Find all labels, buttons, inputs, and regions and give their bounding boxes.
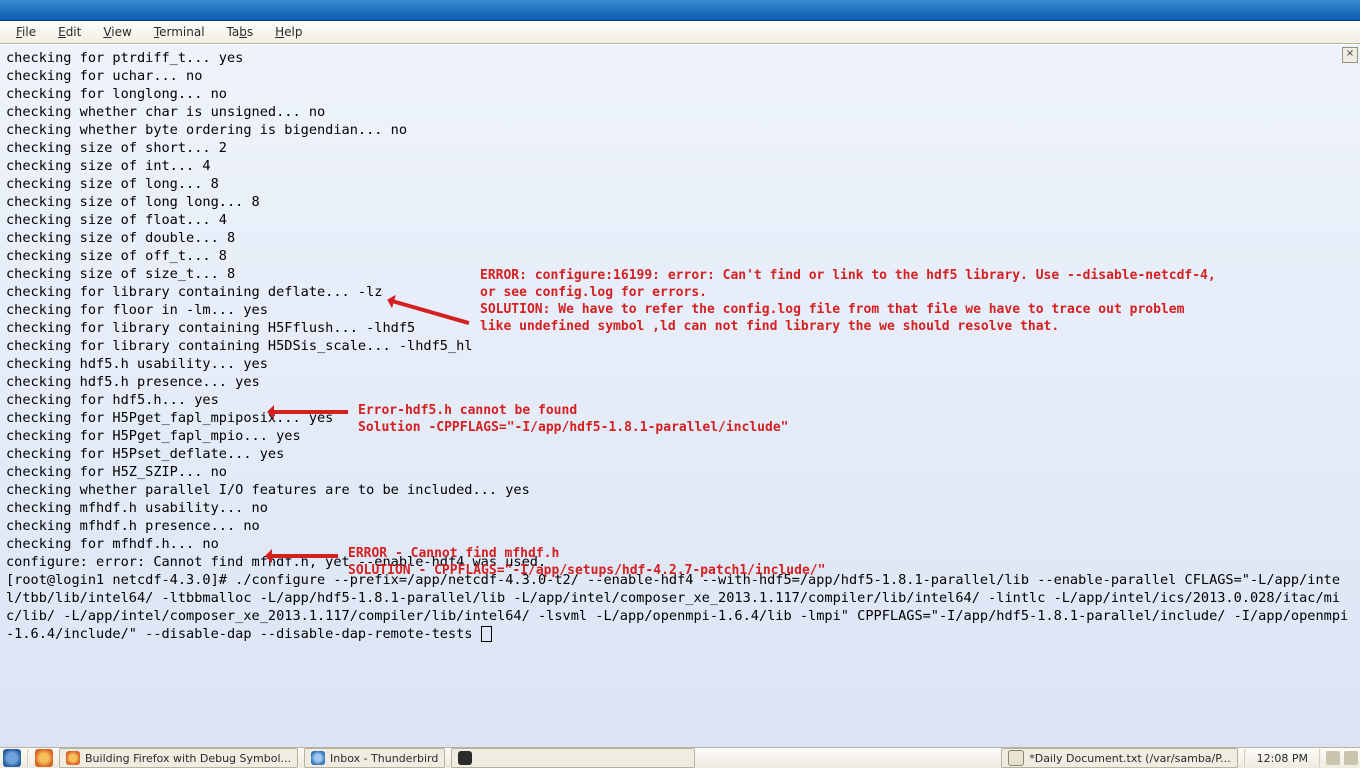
separator — [1244, 749, 1246, 767]
menu-terminal[interactable]: Terminal — [144, 23, 215, 41]
tray-icon[interactable] — [1344, 751, 1358, 765]
taskbar-label: Inbox - Thunderbird — [330, 752, 438, 765]
taskbar-clock[interactable]: 12:08 PM — [1249, 752, 1316, 765]
annotation-hdf5-link-error: ERROR: configure:16199: error: Can't fin… — [480, 267, 1216, 335]
taskbar-label: Building Firefox with Debug Symbol... — [85, 752, 291, 765]
taskbar-label: *Daily Document.txt (/var/samba/P... — [1029, 752, 1230, 765]
menu-tabs[interactable]: Tabs — [217, 23, 264, 41]
menu-view[interactable]: View — [93, 23, 141, 41]
arrow-icon — [270, 554, 338, 558]
taskbar-item-firefox[interactable]: Building Firefox with Debug Symbol... — [59, 748, 298, 768]
taskbar: Building Firefox with Debug Symbol... In… — [0, 747, 1360, 768]
browser-icon[interactable] — [35, 749, 53, 767]
firefox-icon — [66, 751, 80, 765]
annotation-hdf5-header: Error-hdf5.h cannot be found Solution -C… — [358, 402, 788, 436]
menubar: File Edit View Terminal Tabs Help — [0, 21, 1360, 44]
terminal-cursor — [481, 626, 492, 642]
menu-file[interactable]: File — [6, 23, 46, 41]
separator — [27, 749, 29, 767]
arrow-icon — [272, 410, 348, 414]
tray-icon[interactable] — [1326, 751, 1340, 765]
taskbar-item-editor[interactable]: *Daily Document.txt (/var/samba/P... — [1001, 748, 1237, 768]
thunderbird-icon — [311, 751, 325, 765]
terminal-viewport: × checking for ptrdiff_t... yes checking… — [0, 44, 1360, 751]
separator — [1319, 749, 1321, 767]
annotation-mfhdf-header: ERROR - Cannot find mfhdf.h SOLUTION - C… — [348, 545, 825, 579]
system-menu-icon[interactable] — [3, 749, 21, 767]
taskbar-item-terminal[interactable] — [451, 748, 695, 768]
terminal-icon — [458, 751, 472, 765]
close-tab-button[interactable]: × — [1342, 47, 1358, 63]
taskbar-item-thunderbird[interactable]: Inbox - Thunderbird — [304, 748, 445, 768]
window-titlebar — [0, 0, 1360, 21]
menu-edit[interactable]: Edit — [48, 23, 91, 41]
text-editor-icon — [1008, 750, 1024, 766]
menu-help[interactable]: Help — [265, 23, 312, 41]
